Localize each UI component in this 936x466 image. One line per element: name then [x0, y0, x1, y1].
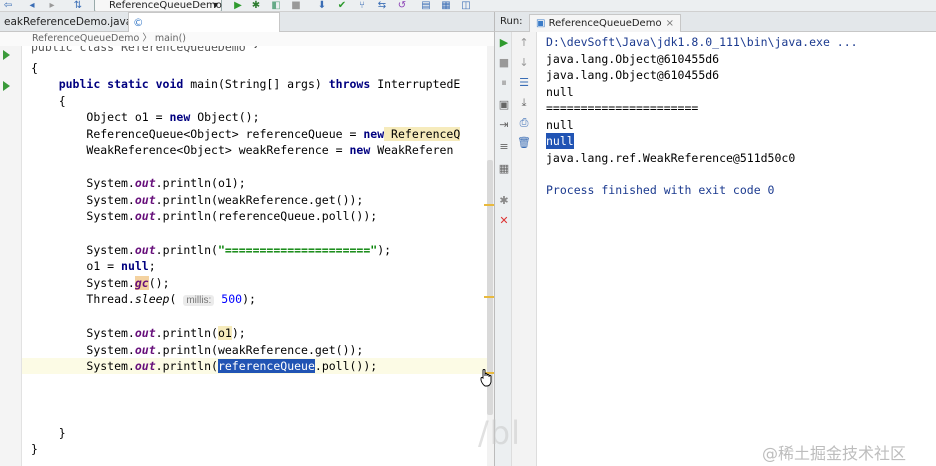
code-line: System.out.println(o1);: [86, 326, 246, 340]
console-line: ======================: [546, 101, 699, 115]
run-icon[interactable]: ▶: [232, 0, 244, 11]
code-line: Thread.sleep( millis: 500);: [86, 292, 256, 306]
editor-tab-bar: eakReferenceDemo.java× © ReferenceQueueD…: [0, 12, 494, 49]
code-line: System.gc();: [86, 276, 170, 290]
chevron-down-icon: ▾: [212, 0, 218, 11]
run-class-gutter-icon[interactable]: [3, 50, 10, 60]
pause-icon[interactable]: ⏸: [497, 76, 511, 90]
restore-layout-icon[interactable]: ⇥: [497, 118, 511, 132]
console-line: java.lang.ref.WeakReference@511d50c0: [546, 151, 796, 165]
run-main-gutter-icon[interactable]: [3, 81, 10, 91]
settings-icon[interactable]: ◫: [460, 0, 472, 11]
code-line: System.out.println(weakReference.get());: [86, 343, 364, 357]
arrow-up-icon[interactable]: ↑: [517, 36, 531, 50]
java-class-icon: ▣: [536, 18, 546, 29]
breadcrumb-method[interactable]: main(): [155, 33, 186, 44]
pin-tab-icon[interactable]: ✱: [497, 194, 511, 208]
console-line: D:\devSoft\Java\jdk1.8.0_111\bin\java.ex…: [546, 35, 858, 49]
usage-marker[interactable]: [484, 204, 494, 206]
breadcrumb-separator: 〉: [142, 33, 155, 44]
back-icon[interactable]: ⇦: [2, 0, 14, 11]
mouse-cursor-icon: [480, 369, 492, 387]
stop-icon[interactable]: ■: [290, 0, 302, 11]
vcs-compare-icon[interactable]: ⇆: [376, 0, 388, 11]
debug-icon[interactable]: ✱: [250, 0, 262, 11]
code-line: Object o1 = new Object();: [86, 110, 260, 124]
main-toolbar: ⇦ ◂ ▸ ⇅ ReferenceQueueDemo ▾ ▶ ✱ ◧ ■ ⬇ ✔ …: [0, 0, 936, 12]
pin-icon-14[interactable]: [497, 164, 511, 178]
vcs-commit-icon[interactable]: ✔: [336, 0, 348, 11]
dump-threads-icon[interactable]: ≡: [497, 140, 511, 154]
stop-icon[interactable]: ■: [497, 56, 511, 70]
breadcrumb: ReferenceQueueDemo 〉 main(): [0, 32, 494, 46]
run-panel-header: Run: ▣ ReferenceQueueDemo ×: [494, 12, 936, 32]
console-line: java.lang.Object@610455d6: [546, 68, 720, 82]
code-line: o1 = null;: [86, 259, 156, 273]
code-line: System.out.println("====================…: [86, 243, 392, 257]
structure-icon[interactable]: ▤: [420, 0, 432, 11]
rerun-icon[interactable]: ▶: [497, 36, 511, 50]
run-label: Run:: [500, 16, 523, 27]
clear-all-icon[interactable]: 🗑: [517, 136, 531, 150]
project-structure-icon[interactable]: ▦: [440, 0, 452, 11]
code-line: System.out.println(weakReference.get());: [86, 193, 364, 207]
vcs-revert-icon[interactable]: ↺: [396, 0, 408, 11]
camera-icon[interactable]: ▣: [497, 98, 511, 112]
code-line-current: System.out.println(referenceQueue.poll()…: [22, 358, 487, 374]
java-class-icon: ©: [133, 17, 144, 29]
arrow-down-icon[interactable]: ↓: [517, 56, 531, 70]
soft-wrap-icon[interactable]: ☰: [517, 76, 531, 90]
console-output[interactable]: D:\devSoft\Java\jdk1.8.0_111\bin\java.ex…: [537, 32, 936, 466]
code-line: System.out.println(referenceQueue.poll()…: [86, 209, 378, 223]
run-toolbar-primary: ▶ ■ ⏸ ▣ ⇥ ≡ ▦ ✱ ✕: [494, 32, 512, 466]
close-icon[interactable]: ×: [666, 18, 674, 29]
run-configuration-dropdown[interactable]: ReferenceQueueDemo ▾: [94, 0, 222, 11]
selected-text: referenceQueue: [217, 359, 315, 373]
code-line: System.out.println(o1);: [86, 176, 246, 190]
build-icon[interactable]: ⇅: [72, 0, 84, 11]
print-icon[interactable]: ⎙: [517, 116, 531, 130]
console-line: null: [546, 85, 574, 99]
coverage-icon[interactable]: ◧: [270, 0, 282, 11]
close-icon[interactable]: ✕: [497, 214, 511, 228]
forward-icon[interactable]: ▸: [46, 0, 58, 11]
code-line: ReferenceQueue<Object> referenceQueue = …: [86, 127, 461, 141]
code-line: {: [58, 94, 66, 108]
run-tab[interactable]: ▣ ReferenceQueueDemo ×: [529, 14, 681, 32]
code-line: }: [58, 426, 66, 440]
tab-weakreference-demo[interactable]: eakReferenceDemo.java×: [0, 12, 149, 32]
process-finished-message: Process finished with exit code 0: [546, 183, 775, 197]
vcs-update-icon[interactable]: ⬇: [316, 0, 328, 11]
console-line-selected: null: [546, 133, 574, 149]
console-line: null: [546, 118, 574, 132]
code-line: public static void main(String[] args) t…: [58, 77, 461, 91]
usage-marker[interactable]: [484, 296, 494, 298]
watermark-site: @稀土掘金技术社区: [762, 444, 907, 463]
parameter-hint: millis:: [183, 295, 215, 306]
code-line: }: [31, 442, 38, 456]
editor-gutter: [0, 46, 22, 466]
code-line: {: [31, 61, 38, 75]
code-line: public class ReferenceQueueDemo: [31, 46, 246, 54]
vcs-history-icon[interactable]: ⑂: [356, 0, 368, 11]
scroll-to-end-icon[interactable]: ⤓: [517, 96, 531, 110]
watermark-partial: /bl: [478, 414, 521, 452]
breadcrumb-class[interactable]: ReferenceQueueDemo: [32, 33, 139, 44]
run-toolbar-secondary: ↑ ↓ ☰ ⤓ ⎙ 🗑: [512, 32, 537, 466]
back-icon[interactable]: ◂: [26, 0, 38, 11]
console-line: java.lang.Object@610455d6: [546, 52, 720, 66]
code-editor[interactable]: public class ReferenceQueueDemo { public…: [22, 46, 487, 466]
tab-referencequeue-demo[interactable]: © ReferenceQueueDemo.java×: [128, 12, 290, 49]
code-line: WeakReference<Object> weakReference = ne…: [86, 143, 454, 157]
